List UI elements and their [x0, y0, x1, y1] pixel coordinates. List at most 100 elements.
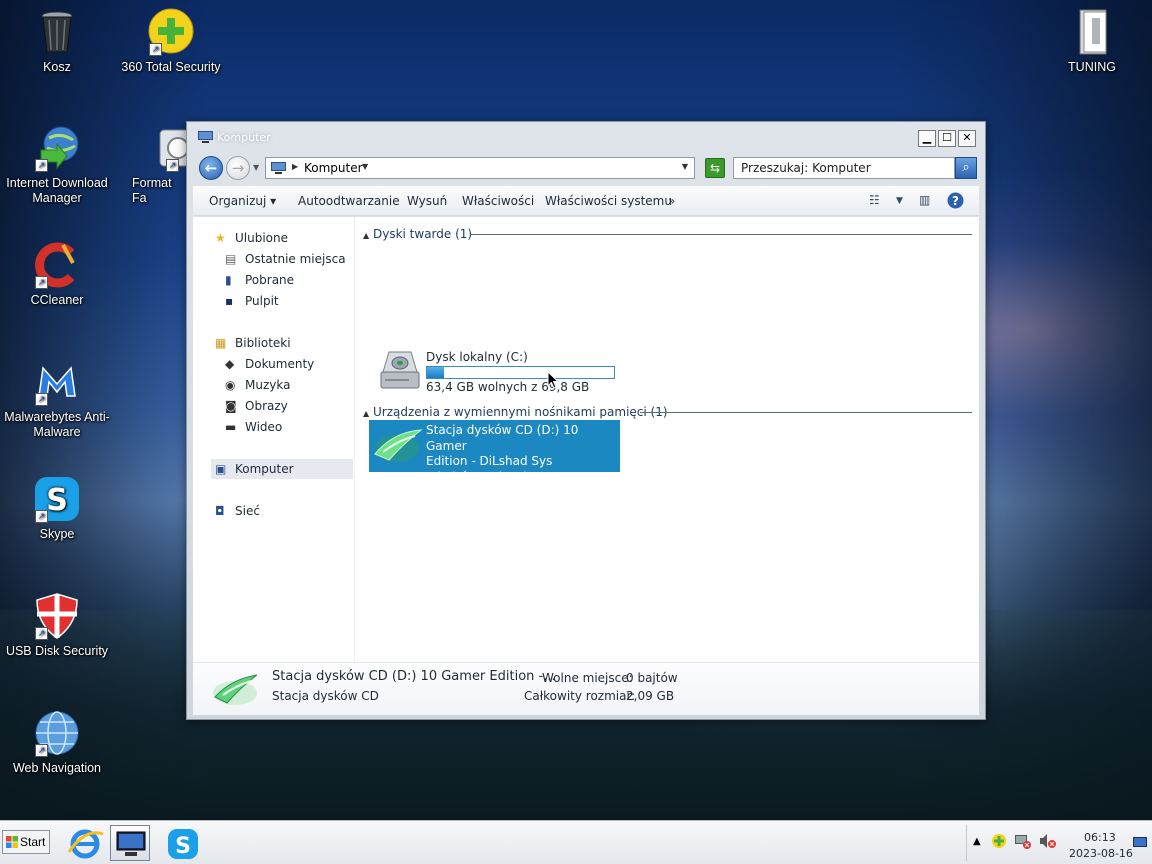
- nav-desktop[interactable]: ▪ Pulpit: [225, 294, 279, 312]
- nav-recent-places[interactable]: ▤ Ostatnie miejsca: [225, 252, 346, 270]
- desktop-icon-format-factory[interactable]: ↗ Format Fa: [116, 124, 186, 206]
- clock-time[interactable]: 06:13: [1084, 831, 1116, 844]
- command-bar: Organizuj ▾ Autoodtwarzanie Wysuń Właści…: [193, 186, 979, 216]
- shortcut-arrow-icon: ↗: [149, 43, 162, 56]
- history-dropdown-icon[interactable]: ▼: [253, 163, 259, 172]
- organize-button[interactable]: Organizuj ▾: [209, 194, 276, 208]
- address-bar[interactable]: ▶ Komputer ▼ ▼: [265, 157, 695, 179]
- taskbar-explorer-computer[interactable]: [110, 825, 150, 861]
- title-bar[interactable]: Komputer ▁ ☐ ✕: [187, 122, 985, 152]
- view-options-icon[interactable]: ☷: [869, 193, 880, 207]
- breadcrumb-komputer[interactable]: Komputer: [304, 161, 363, 175]
- breadcrumb-dropdown-icon[interactable]: ▼: [362, 162, 368, 171]
- back-button[interactable]: ←: [199, 156, 223, 180]
- music-icon: ◉: [225, 378, 236, 392]
- shortcut-arrow-icon: ↗: [35, 159, 48, 172]
- view-dropdown-icon[interactable]: ▼: [896, 196, 903, 206]
- windows-logo-icon: [6, 836, 18, 848]
- search-icon[interactable]: ⌕: [955, 157, 977, 179]
- drive-d-item[interactable]: Stacja dysków CD (D:) 10 Gamer Edition -…: [369, 420, 620, 484]
- nav-documents[interactable]: ◆ Dokumenty: [225, 357, 314, 375]
- star-icon: ★: [215, 231, 226, 245]
- drive-c-usage-bar: [426, 366, 615, 379]
- nav-computer[interactable]: ▣ Komputer: [215, 462, 294, 480]
- shortcut-arrow-icon: ↗: [35, 744, 48, 757]
- minimize-button[interactable]: ▁: [918, 130, 936, 147]
- desktop-icon-internet-download-manager[interactable]: ↗ Internet Download Manager: [2, 124, 112, 206]
- nav-label: Sieć: [235, 504, 260, 518]
- nav-label: Wideo: [245, 420, 283, 434]
- cd-drive-icon: [213, 674, 258, 705]
- navigation-bar: ← → ▼ ▶ Komputer ▼ ▼ ⇆ Przeszukaj: Kompu…: [193, 154, 979, 182]
- show-hidden-icons-icon[interactable]: ▲: [973, 836, 981, 847]
- content-area: ★ Ulubione ▤ Ostatnie miejsca ▮ Pobrane ▪ Pu…: [193, 217, 979, 715]
- nav-label: Komputer: [235, 462, 294, 476]
- desktop-icon-usb-disk-security[interactable]: ↗ USB Disk Security: [2, 592, 112, 659]
- desktop-icon-skype[interactable]: S ↗ Skype: [2, 475, 112, 542]
- drive-c-name[interactable]: Dysk lokalny (C:): [426, 350, 528, 364]
- globe-icon: ↗: [33, 709, 81, 757]
- organize-label: Organizuj: [209, 194, 267, 208]
- nav-pictures[interactable]: ◙ Obrazy: [225, 399, 288, 417]
- shortcut-arrow-icon: ↗: [166, 159, 179, 172]
- desktop-icon: ▪: [225, 294, 234, 308]
- forward-button[interactable]: →: [226, 156, 250, 180]
- nav-network[interactable]: ◘ Sieć: [215, 504, 260, 522]
- nav-music[interactable]: ◉ Muzyka: [225, 378, 290, 396]
- desktop-icon-ccleaner[interactable]: ↗ CCleaner: [2, 241, 112, 308]
- start-button[interactable]: Start: [2, 830, 50, 854]
- desktop-icon-label: 360 Total Security: [121, 60, 221, 74]
- ccleaner-icon: ↗: [33, 241, 81, 289]
- close-button[interactable]: ✕: [958, 130, 976, 147]
- 360-security-tray-icon[interactable]: [991, 833, 1007, 852]
- documents-icon: ◆: [225, 357, 235, 371]
- explorer-window[interactable]: Komputer ▁ ☐ ✕ ← → ▼ ▶ Komputer ▼ ▼ ⇆ Pr…: [186, 121, 986, 720]
- address-dropdown-icon[interactable]: ▼: [682, 162, 688, 171]
- autoplay-button[interactable]: Autoodtwarzanie: [298, 194, 400, 208]
- preview-pane-icon[interactable]: ▥: [919, 193, 930, 207]
- drive-c-usage-fill: [427, 367, 445, 378]
- refresh-button[interactable]: ⇆: [705, 158, 725, 178]
- drive-d-name-line2: Edition - DiLshad Sys: [426, 454, 553, 468]
- downloads-icon: ▮: [225, 273, 232, 287]
- taskbar-internet-explorer[interactable]: [64, 825, 104, 861]
- desktop-icon-tuning[interactable]: TUNING: [1037, 8, 1147, 75]
- help-icon[interactable]: ?: [947, 192, 964, 212]
- nav-favorites[interactable]: ★ Ulubione: [215, 231, 288, 249]
- maximize-button[interactable]: ☐: [938, 130, 956, 147]
- svg-text:S: S: [175, 834, 191, 859]
- show-desktop-icon[interactable]: [1133, 837, 1147, 852]
- group-label: Urządzenia z wymiennymi nośnikami pamięc…: [372, 405, 668, 419]
- nav-videos[interactable]: ▬ Wideo: [225, 420, 282, 438]
- clock-date[interactable]: 2023-08-16: [1069, 847, 1133, 860]
- search-input[interactable]: Przeszukaj: Komputer: [733, 157, 955, 179]
- 360-security-icon: ↗: [147, 8, 195, 56]
- desktop-icon-360-total-security[interactable]: ↗ 360 Total Security: [116, 8, 226, 75]
- taskbar: Start S ▲ 06:13 2023-08-16: [0, 820, 1152, 864]
- group-label: Dyski twarde (1): [372, 227, 473, 241]
- desktop-icon-recycle-bin[interactable]: Kosz: [2, 8, 112, 75]
- eject-button[interactable]: Wysuń: [407, 194, 447, 208]
- internet-explorer-icon: [67, 829, 104, 859]
- recent-places-icon: ▤: [225, 252, 237, 266]
- nav-label: Ulubione: [235, 231, 289, 245]
- more-commands-button[interactable]: »: [668, 194, 675, 208]
- collapse-icon: ▲: [363, 231, 370, 240]
- desktop-icon-web-navigation[interactable]: ↗ Web Navigation: [2, 709, 112, 776]
- desktop-icon-label: Skype: [39, 527, 75, 541]
- cd-drive-icon: [374, 429, 423, 462]
- volume-muted-icon[interactable]: [1039, 833, 1057, 852]
- properties-button[interactable]: Właściwości: [462, 194, 534, 208]
- nav-downloads[interactable]: ▮ Pobrane: [225, 273, 294, 291]
- breadcrumb-arrow-icon[interactable]: ▶: [292, 162, 298, 171]
- window-title: Komputer: [217, 131, 271, 144]
- desktop-icon-malwarebytes[interactable]: ↗ Malwarebytes Anti-Malware: [2, 358, 112, 440]
- group-hard-disks[interactable]: ▲ Dyski twarde (1): [363, 227, 472, 241]
- network-disconnected-icon[interactable]: [1014, 833, 1032, 852]
- taskbar-skype[interactable]: S: [162, 825, 202, 861]
- shortcut-arrow-icon: ↗: [35, 627, 48, 640]
- system-properties-button[interactable]: Właściwości systemu: [545, 194, 672, 208]
- nav-libraries[interactable]: ▦ Biblioteki: [215, 336, 291, 354]
- group-removable[interactable]: ▲ Urządzenia z wymiennymi nośnikami pami…: [363, 405, 668, 419]
- nav-label: Muzyka: [245, 378, 291, 392]
